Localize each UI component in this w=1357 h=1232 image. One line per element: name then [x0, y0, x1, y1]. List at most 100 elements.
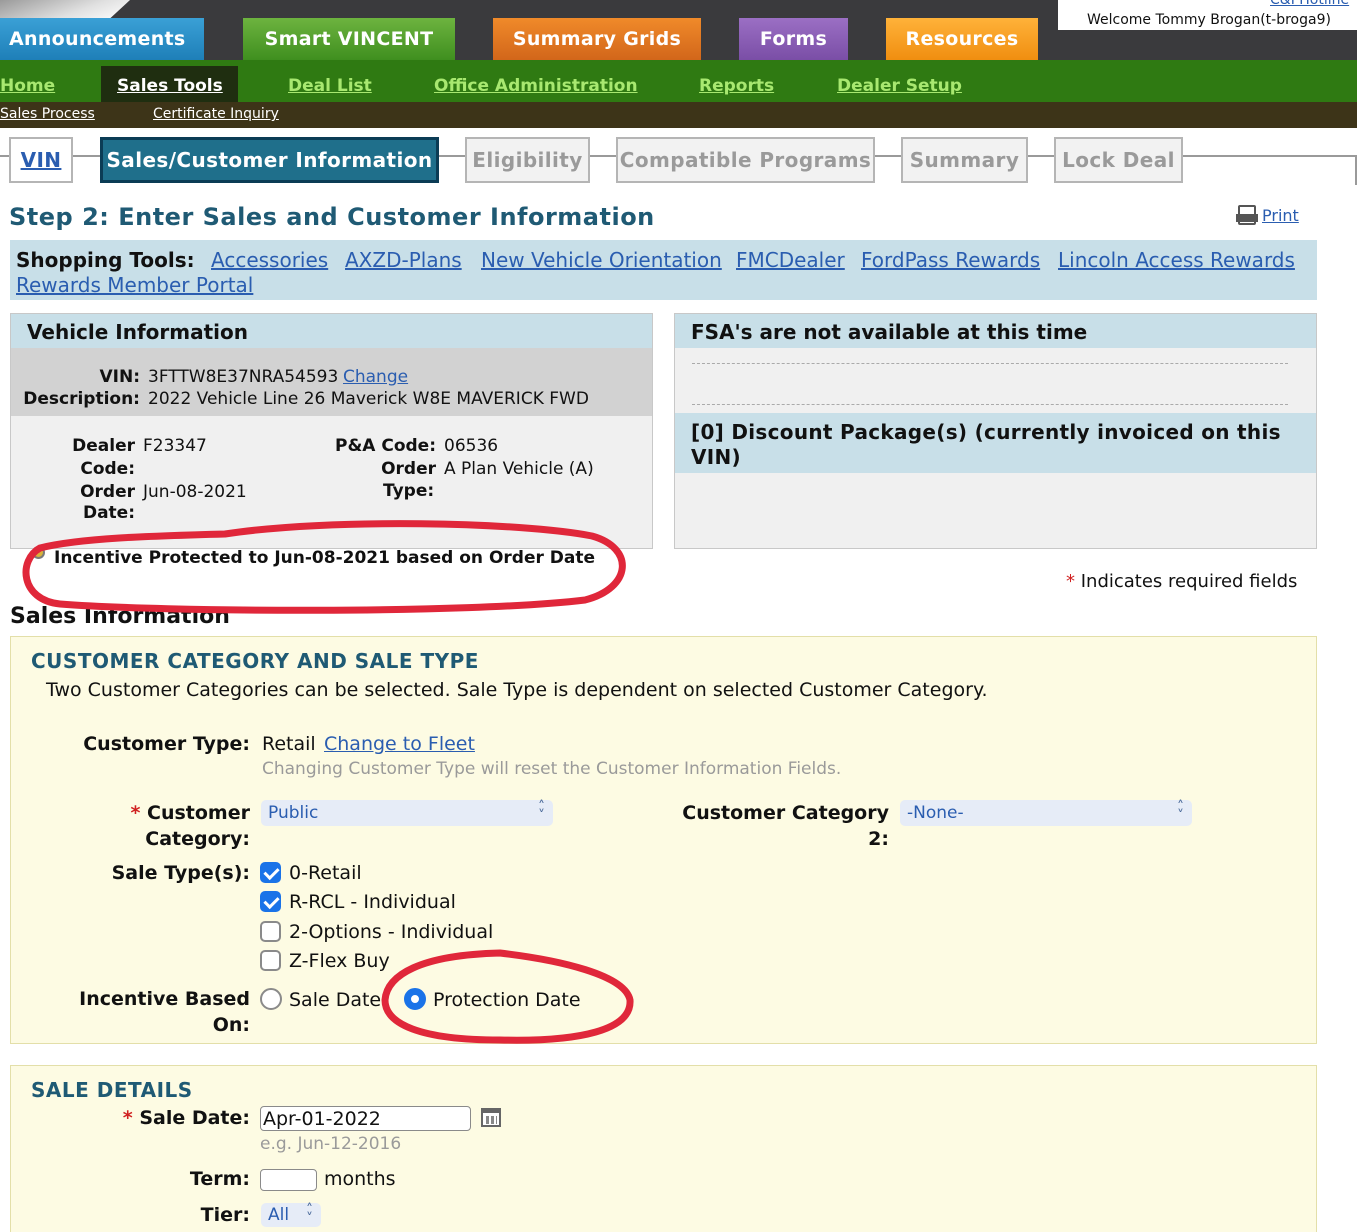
required-fields-note: * Indicates required fields [1066, 571, 1297, 592]
term-unit: months [324, 1168, 396, 1190]
tier-select-value: All [268, 1205, 290, 1225]
fsa-divider-bottom [692, 404, 1288, 405]
protection-badge-icon [32, 546, 45, 559]
step-tab-compatible-programs[interactable]: Compatible Programs [616, 137, 875, 183]
incentive-protection-date-label: Protection Date [433, 989, 581, 1011]
print-button[interactable]: Print [1236, 205, 1299, 225]
order-type-label: Order [381, 459, 436, 479]
order-type-label-2: Type: [383, 481, 435, 501]
nav-reports[interactable]: Reports [699, 76, 774, 96]
shop-link-axzd-plans[interactable]: AXZD-Plans [345, 248, 462, 272]
required-star: * [1066, 571, 1075, 592]
customer-category-2-label-2: 2: [868, 828, 889, 850]
customer-type-hint: Changing Customer Type will reset the Cu… [262, 759, 842, 779]
nav-dealer-setup[interactable]: Dealer Setup [837, 76, 962, 96]
select-chevron-icon: ˄ ˅ [306, 1202, 313, 1227]
description-label: Description: [23, 389, 140, 409]
pa-code-value: 06536 [444, 436, 499, 456]
tab-summary-grids[interactable]: Summary Grids [493, 18, 701, 60]
vin-value: 3FTTW8E37NRA54593 [148, 367, 339, 387]
calendar-icon[interactable] [481, 1108, 501, 1127]
shop-link-lincoln-access-rewards[interactable]: Lincoln Access Rewards [1058, 248, 1295, 272]
pa-code-label: P&A Code: [334, 436, 436, 456]
sale-type-2-options-label: 2-Options - Individual [289, 921, 494, 943]
customer-category-label-2: Category: [145, 828, 250, 850]
subnav-sales-process[interactable]: Sales Process [0, 106, 95, 122]
hotline-link[interactable]: C&I Hotline [1270, 0, 1349, 8]
order-type-value: A Plan Vehicle (A) [444, 459, 594, 479]
sale-type-z-flex-checkbox[interactable] [260, 950, 281, 971]
vehicle-info-title: Vehicle Information [27, 320, 248, 344]
customer-category-title: CUSTOMER CATEGORY AND SALE TYPE [31, 649, 479, 673]
customer-category-2-select-value: -None- [907, 803, 964, 823]
sale-type-r-rcl-checkbox[interactable] [260, 891, 281, 912]
term-label: Term: [189, 1168, 250, 1190]
dealer-code-label-2: Code: [80, 459, 135, 479]
sales-information-heading: Sales Information [10, 604, 230, 629]
step-tab-sales-customer-information[interactable]: Sales/Customer Information [100, 137, 439, 183]
sale-type-2-options-checkbox[interactable] [260, 921, 281, 942]
step-tab-lock-deal[interactable]: Lock Deal [1054, 137, 1183, 183]
step-tab-eligibility[interactable]: Eligibility [465, 137, 590, 183]
sale-type-0-retail-checkbox[interactable] [260, 862, 281, 883]
sale-type-0-retail-label: 0-Retail [289, 862, 362, 884]
required-fields-text: Indicates required fields [1080, 571, 1298, 592]
incentive-sale-date-label: Sale Date [289, 989, 382, 1011]
tier-select[interactable]: All ˄ ˅ [261, 1203, 321, 1227]
customer-category-label: * Customer [40, 802, 250, 824]
print-link-label[interactable]: Print [1262, 206, 1299, 225]
printer-icon [1236, 205, 1258, 225]
step-tab-vin[interactable]: VIN [9, 137, 73, 183]
nav-home[interactable]: Home [0, 76, 55, 96]
nav-office-administration[interactable]: Office Administration [434, 76, 638, 96]
required-star: * [130, 802, 148, 824]
nav-sales-tools[interactable]: Sales Tools [117, 76, 223, 96]
shopping-tools-label: Shopping Tools: [16, 248, 195, 272]
shop-link-accessories[interactable]: Accessories [211, 248, 328, 272]
shop-link-new-vehicle-orientation[interactable]: New Vehicle Orientation [481, 248, 722, 272]
select-chevron-icon: ˄ ˅ [1177, 799, 1184, 824]
customer-category-select[interactable]: Public ˄ ˅ [261, 800, 553, 826]
dealer-code-value: F23347 [143, 436, 207, 456]
incentive-sale-date-radio[interactable] [260, 988, 282, 1010]
welcome-text: Welcome Tommy Brogan(t-broga9) [1087, 12, 1331, 28]
shop-link-fordpass-rewards[interactable]: FordPass Rewards [861, 248, 1040, 272]
customer-type-value: Retail [262, 733, 316, 755]
tier-label: Tier: [200, 1204, 250, 1226]
fsa-divider-top [692, 363, 1288, 364]
logo-roof [0, 0, 130, 18]
shop-link-fmcdealer[interactable]: FMCDealer [736, 248, 845, 272]
tab-resources[interactable]: Resources [886, 18, 1038, 60]
tab-smart-vincent[interactable]: Smart VINCENT [243, 18, 455, 60]
required-star: * [122, 1107, 140, 1129]
tab-forms[interactable]: Forms [739, 18, 848, 60]
order-date-value: Jun-08-2021 [143, 482, 247, 502]
select-chevron-icon: ˄ ˅ [538, 799, 545, 824]
dealer-code-label: Dealer [72, 436, 135, 456]
vin-label: VIN: [99, 367, 140, 387]
order-date-label-2: Date: [82, 503, 135, 523]
term-input[interactable] [260, 1169, 317, 1191]
sale-types-label: Sale Type(s): [111, 862, 250, 884]
sale-date-label: * Sale Date: [40, 1107, 250, 1129]
incentive-based-label-2: On: [212, 1014, 250, 1036]
change-to-fleet-link[interactable]: Change to Fleet [324, 733, 475, 755]
sale-date-input[interactable]: Apr-01-2022 [260, 1106, 471, 1131]
customer-category-2-label: Customer Category [682, 802, 889, 824]
sale-date-hint: e.g. Jun-12-2016 [260, 1134, 402, 1154]
discount-packages-title: [0] Discount Package(s) (currently invoi… [691, 420, 1281, 469]
change-vin-link[interactable]: Change [343, 367, 408, 387]
subnav-certificate-inquiry[interactable]: Certificate Inquiry [153, 106, 279, 122]
incentive-based-label: Incentive Based [79, 988, 250, 1010]
customer-type-label: Customer Type: [83, 733, 250, 755]
customer-category-label-text: Customer [147, 802, 250, 824]
page-title: Step 2: Enter Sales and Customer Informa… [9, 203, 655, 231]
incentive-protection-date-radio[interactable] [404, 988, 426, 1010]
customer-category-2-select[interactable]: -None- ˄ ˅ [900, 800, 1192, 826]
customer-category-description: Two Customer Categories can be selected.… [46, 679, 988, 701]
shop-link-rewards-member-portal[interactable]: Rewards Member Portal [16, 273, 253, 297]
description-value: 2022 Vehicle Line 26 Maverick W8E MAVERI… [148, 389, 589, 409]
tab-announcements[interactable]: Announcements [0, 18, 204, 60]
nav-deal-list[interactable]: Deal List [288, 76, 372, 96]
step-tab-summary[interactable]: Summary [901, 137, 1028, 183]
